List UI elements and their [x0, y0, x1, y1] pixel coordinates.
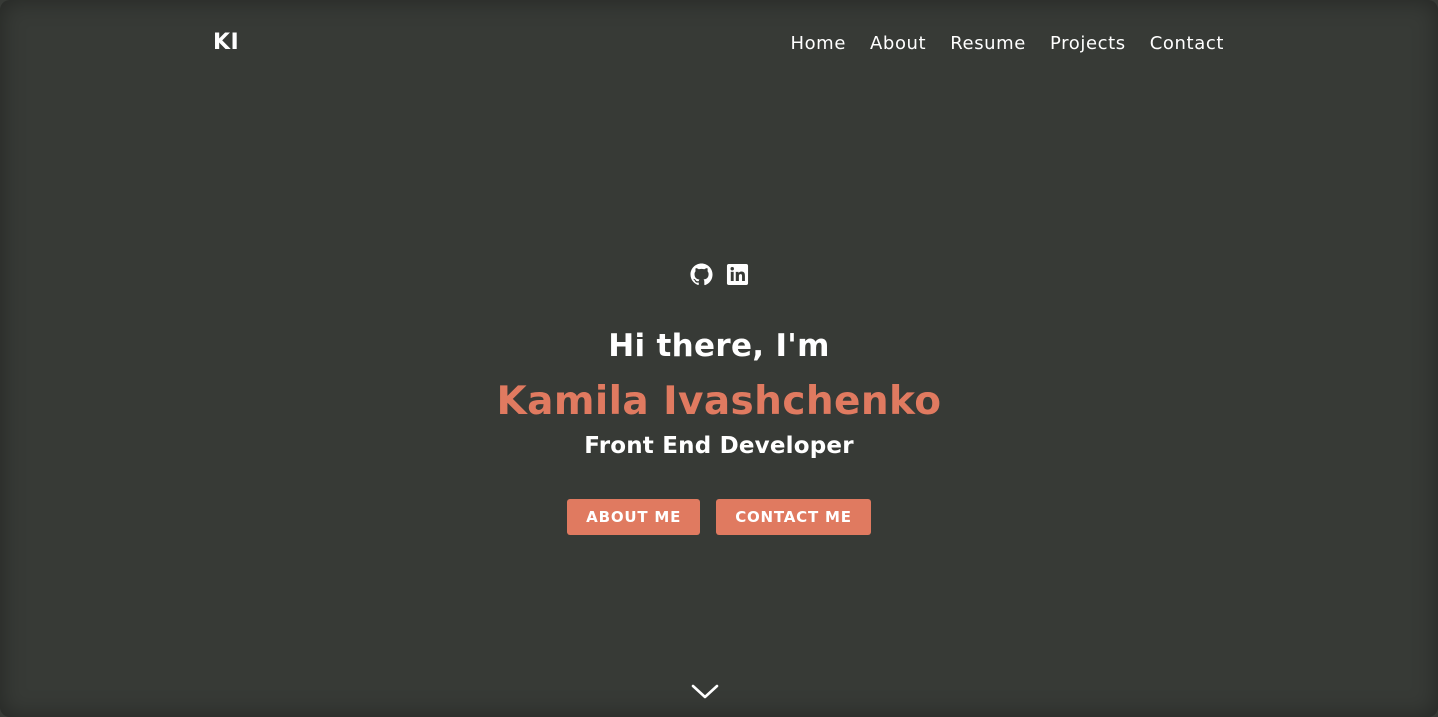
hero-role: Front End Developer: [584, 433, 854, 459]
nav-links: Home About Resume Projects Contact: [790, 33, 1224, 54]
nav-about-link[interactable]: About: [870, 33, 926, 54]
nav-contact-link[interactable]: Contact: [1150, 33, 1224, 54]
page: KI Home About Resume Projects Contact Hi…: [0, 0, 1438, 717]
chevron-down-icon[interactable]: [690, 680, 720, 704]
nav-home-link[interactable]: Home: [790, 33, 846, 54]
hero-greeting: Hi there, I'm: [608, 328, 830, 364]
top-nav: KI Home About Resume Projects Contact: [0, 0, 1438, 90]
github-icon[interactable]: [689, 262, 713, 286]
linkedin-icon[interactable]: [725, 262, 749, 286]
nav-projects-link[interactable]: Projects: [1050, 33, 1126, 54]
logo[interactable]: KI: [213, 30, 239, 55]
about-me-button[interactable]: ABOUT ME: [567, 499, 701, 535]
hero-section: Hi there, I'm Kamila Ivashchenko Front E…: [0, 262, 1438, 535]
contact-me-button[interactable]: CONTACT ME: [716, 499, 871, 535]
social-links: [0, 262, 1438, 288]
hero-name: Kamila Ivashchenko: [496, 379, 942, 424]
nav-resume-link[interactable]: Resume: [950, 33, 1026, 54]
hero-buttons: ABOUT ME CONTACT ME: [0, 499, 1438, 535]
